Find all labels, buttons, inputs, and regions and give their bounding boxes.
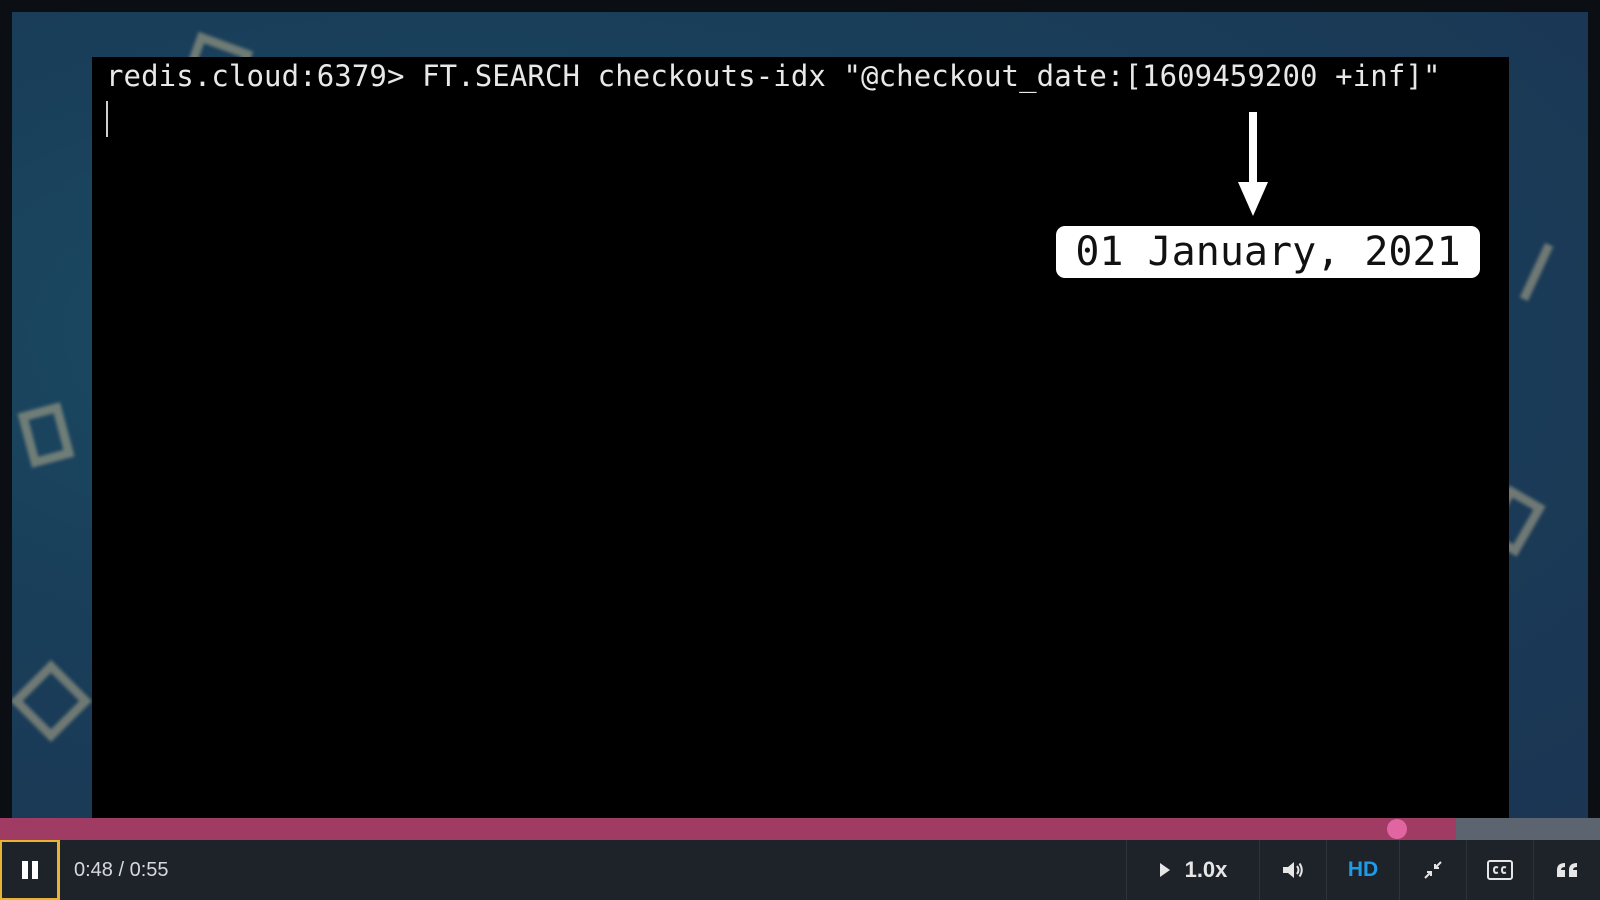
terminal-cursor <box>106 101 108 137</box>
closed-captions-button[interactable] <box>1466 840 1533 900</box>
terminal-window: redis.cloud:6379> FT.SEARCH checkouts-id… <box>92 57 1509 820</box>
progress-bar[interactable] <box>0 818 1600 840</box>
transcript-button[interactable] <box>1533 840 1600 900</box>
progress-played <box>0 818 1456 840</box>
play-icon <box>1159 863 1170 877</box>
volume-button[interactable] <box>1259 840 1326 900</box>
bg-deco-line <box>1519 242 1554 302</box>
player-control-bar: 0:48 / 0:55 1.0x HD <box>0 840 1600 900</box>
pause-icon <box>21 861 38 879</box>
exit-fullscreen-button[interactable] <box>1399 840 1466 900</box>
terminal-command-line: redis.cloud:6379> FT.SEARCH checkouts-id… <box>106 59 1441 93</box>
playback-speed-button[interactable]: 1.0x <box>1126 840 1259 900</box>
bg-deco-diamond <box>12 659 93 743</box>
speed-label: 1.0x <box>1184 857 1228 882</box>
bg-deco-square <box>17 402 75 468</box>
hd-quality-button[interactable]: HD <box>1326 840 1399 900</box>
volume-icon <box>1283 862 1303 878</box>
closed-captions-icon <box>1487 860 1513 880</box>
pause-button[interactable] <box>0 840 60 900</box>
down-arrow-icon <box>1238 112 1268 216</box>
video-stage[interactable]: redis.cloud:6379> FT.SEARCH checkouts-id… <box>12 12 1588 820</box>
date-annotation: 01 January, 2021 <box>1056 226 1480 278</box>
time-display: 0:48 / 0:55 <box>74 858 169 881</box>
transcript-icon <box>1557 863 1577 877</box>
exit-fullscreen-icon <box>1424 861 1442 879</box>
progress-thumb[interactable] <box>1386 819 1407 839</box>
